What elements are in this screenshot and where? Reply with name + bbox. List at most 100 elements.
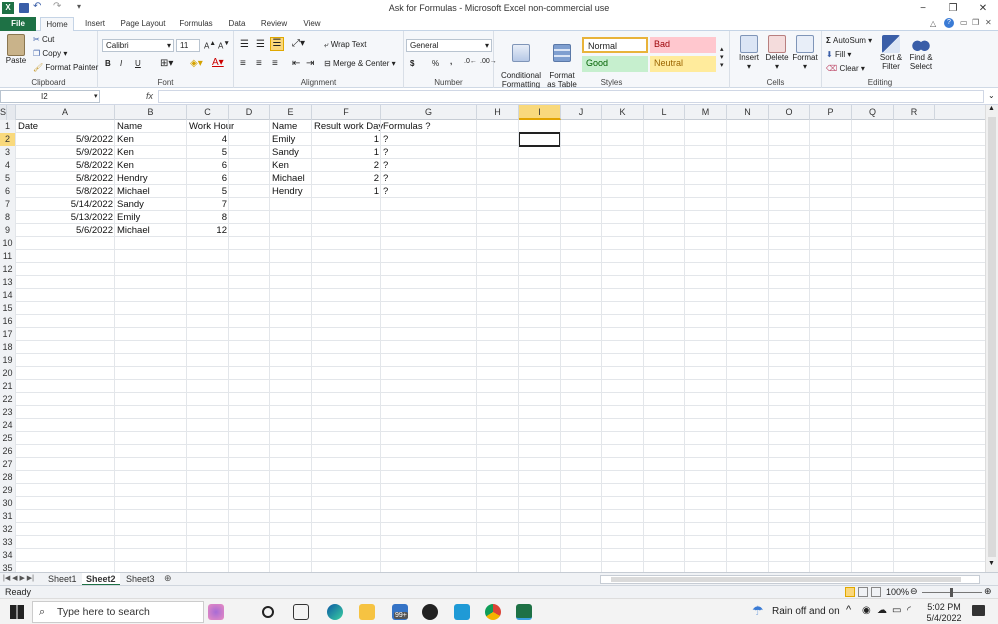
workbook-close-icon[interactable]: ✕ <box>985 18 992 27</box>
page-break-view-icon[interactable] <box>871 587 881 597</box>
paste-button[interactable]: Paste <box>4 34 28 65</box>
minimize-ribbon-icon[interactable]: △ <box>930 19 936 28</box>
row-header[interactable]: 35 <box>0 562 16 572</box>
data-cell[interactable]: 1 <box>312 146 381 159</box>
merge-center-button[interactable]: ⊟ Merge & Center ▾ <box>324 59 396 68</box>
row-header[interactable]: 24 <box>0 419 16 432</box>
insert-cells-button[interactable]: Insert ▾ <box>736 35 762 71</box>
data-cell[interactable]: Sandy <box>115 198 187 211</box>
windows-start-icon[interactable] <box>10 605 24 619</box>
expand-formula-bar-icon[interactable]: ⌄ <box>988 91 995 100</box>
data-cell[interactable]: 5/9/2022 <box>16 133 115 146</box>
data-cell[interactable]: Emily <box>270 133 312 146</box>
style-neutral[interactable]: Neutral <box>650 56 716 72</box>
vertical-scrollbar[interactable]: ▲ ▼ <box>985 105 998 572</box>
minimize-button[interactable]: − <box>908 0 938 17</box>
row-header[interactable]: 30 <box>0 497 16 510</box>
column-header-n[interactable]: N <box>727 105 769 120</box>
style-good[interactable]: Good <box>582 56 648 72</box>
row-header[interactable]: 23 <box>0 406 16 419</box>
data-cell[interactable]: 5/8/2022 <box>16 159 115 172</box>
horizontal-scrollbar[interactable] <box>600 575 980 584</box>
data-cell[interactable]: Emily <box>115 211 187 224</box>
number-format-dropdown[interactable]: General ▾ <box>406 39 492 52</box>
column-header-p[interactable]: P <box>810 105 852 120</box>
column-header-s[interactable]: S <box>0 105 8 120</box>
increase-indent-icon[interactable]: ⇥ <box>306 58 314 69</box>
tab-insert[interactable]: Insert <box>78 17 112 31</box>
fill-button[interactable]: ⬇ Fill ▾ <box>826 50 851 59</box>
format-cells-button[interactable]: Format ▾ <box>792 35 818 71</box>
tab-review[interactable]: Review <box>256 17 292 31</box>
fill-color-icon[interactable]: ◈▾ <box>190 58 203 69</box>
orientation-icon[interactable]: ⤢▾ <box>292 38 305 49</box>
row-header[interactable]: 19 <box>0 354 16 367</box>
data-cell[interactable]: 5/14/2022 <box>16 198 115 211</box>
data-cell[interactable]: 6 <box>187 172 229 185</box>
increase-decimal-icon[interactable]: .0← <box>464 58 477 65</box>
column-header-a[interactable]: A <box>16 105 115 120</box>
active-cell-selection[interactable] <box>518 132 561 147</box>
tab-file[interactable]: File <box>0 17 36 31</box>
show-hidden-icons[interactable]: ^ <box>846 604 851 616</box>
column-header-j[interactable]: J <box>561 105 602 120</box>
row-header[interactable]: 18 <box>0 341 16 354</box>
new-sheet-icon[interactable]: ⊕ <box>164 573 172 584</box>
row-header[interactable]: 9 <box>0 224 16 237</box>
row-header[interactable]: 16 <box>0 315 16 328</box>
chrome-icon[interactable] <box>485 604 501 620</box>
insert-function-button[interactable]: fx <box>146 91 153 101</box>
row-header[interactable]: 26 <box>0 445 16 458</box>
tab-view[interactable]: View <box>296 17 328 31</box>
column-header-e[interactable]: E <box>270 105 312 120</box>
data-cell[interactable]: Ken <box>115 133 187 146</box>
network-icon[interactable]: ◉ <box>862 605 871 616</box>
row-header[interactable]: 21 <box>0 380 16 393</box>
scroll-down-icon[interactable]: ▼ <box>988 560 995 567</box>
task-view-icon[interactable] <box>293 604 309 620</box>
row-header[interactable]: 32 <box>0 523 16 536</box>
data-cell[interactable]: 5/6/2022 <box>16 224 115 237</box>
data-cell[interactable]: ? <box>381 133 477 146</box>
column-header-c[interactable]: C <box>187 105 229 120</box>
row-header[interactable]: 12 <box>0 263 16 276</box>
header-cell[interactable]: Work Hour <box>187 120 234 133</box>
weather-text[interactable]: Rain off and on <box>772 606 840 617</box>
percent-button[interactable]: % <box>432 59 439 68</box>
tab-formulas[interactable]: Formulas <box>174 17 218 31</box>
name-box-dropdown-icon[interactable]: ▾ <box>94 92 98 100</box>
column-header-d[interactable]: D <box>229 105 270 120</box>
styles-more-icon[interactable]: ▴ ▾ ▾ <box>720 45 724 69</box>
taskbar-search-box[interactable]: ⌕ Type here to search <box>32 601 204 623</box>
row-header[interactable]: 13 <box>0 276 16 289</box>
row-header[interactable]: 11 <box>0 250 16 263</box>
header-cell[interactable]: Result work Day <box>312 120 383 133</box>
zoom-in-icon[interactable]: ⊕ <box>984 586 992 597</box>
zoom-slider-thumb[interactable] <box>950 588 953 597</box>
scroll-up-icon[interactable]: ▲ <box>988 105 995 112</box>
data-cell[interactable]: Michael <box>115 224 187 237</box>
zoom-out-icon[interactable]: ⊖ <box>910 586 918 597</box>
tab-page-layout[interactable]: Page Layout <box>116 17 170 31</box>
clock-time[interactable]: 5:02 PM <box>926 602 962 612</box>
data-cell[interactable]: 7 <box>187 198 229 211</box>
control-panel-icon[interactable] <box>454 604 470 620</box>
help-icon[interactable]: ? <box>944 18 954 28</box>
autosum-button[interactable]: Σ AutoSum ▾ <box>826 36 872 45</box>
font-name-dropdown[interactable]: Calibri ▾ <box>102 39 174 52</box>
font-size-dropdown[interactable]: 11 <box>176 39 200 52</box>
first-sheet-icon[interactable]: |◀ ◀ ▶ ▶| <box>3 574 34 582</box>
row-header[interactable]: 5 <box>0 172 16 185</box>
data-cell[interactable]: Sandy <box>270 146 312 159</box>
delete-cells-button[interactable]: Delete ▾ <box>764 35 790 71</box>
data-cell[interactable]: 8 <box>187 211 229 224</box>
data-cell[interactable]: 5 <box>187 146 229 159</box>
column-header-q[interactable]: Q <box>852 105 894 120</box>
dell-icon[interactable] <box>422 604 438 620</box>
tab-home[interactable]: Home <box>40 17 74 31</box>
column-header-i[interactable]: I <box>519 105 561 120</box>
page-layout-view-icon[interactable] <box>858 587 868 597</box>
row-header[interactable]: 33 <box>0 536 16 549</box>
data-cell[interactable]: 5/8/2022 <box>16 172 115 185</box>
vertical-scroll-thumb[interactable] <box>988 117 996 557</box>
